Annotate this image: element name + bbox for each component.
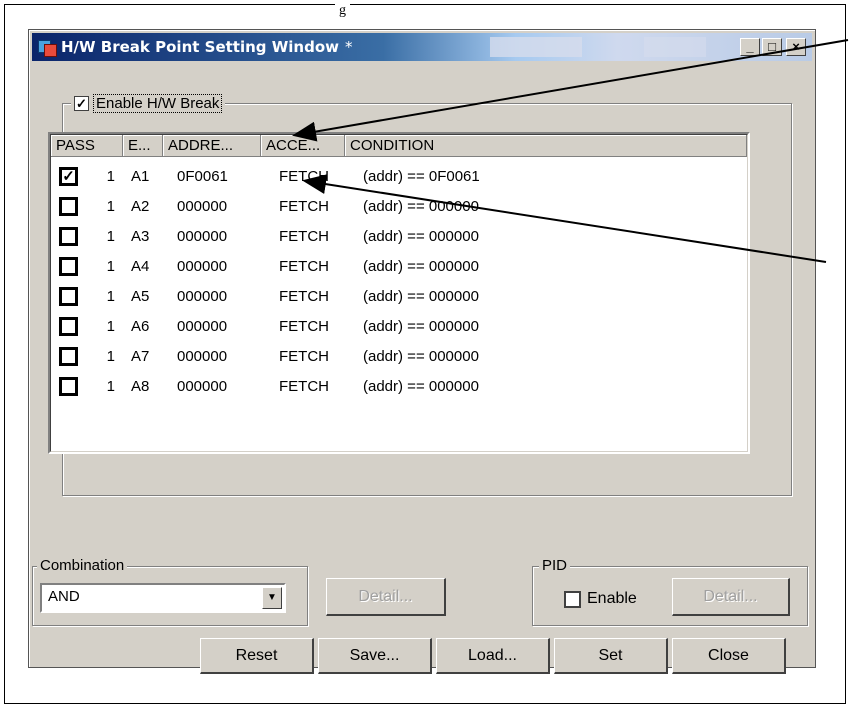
access-type: FETCH <box>279 257 329 275</box>
combination-select[interactable]: AND ▼ <box>40 583 286 613</box>
title-bar-highlight <box>490 37 582 57</box>
address-value: 000000 <box>177 347 228 365</box>
list-header: PASS E... ADDRE... ACCE... CONDITION <box>51 135 747 157</box>
event-name: A6 <box>131 317 150 335</box>
access-type: FETCH <box>279 227 329 245</box>
condition-text: (addr) == 000000 <box>363 227 479 245</box>
break-point-list[interactable]: PASS E... ADDRE... ACCE... CONDITION ✓ 1 A… <box>48 132 750 454</box>
combination-detail-button[interactable]: Detail... <box>326 578 446 616</box>
set-button[interactable]: Set <box>554 638 668 674</box>
row-enable-checkbox[interactable] <box>59 256 78 276</box>
column-header-e[interactable]: E... <box>123 135 163 157</box>
window-title-modified-mark: * <box>345 38 353 56</box>
column-header-condition[interactable]: CONDITION <box>345 135 747 157</box>
table-row[interactable]: 1 A2 000000 FETCH (addr) == 000000 <box>51 191 479 221</box>
pass-count: 1 <box>106 227 115 245</box>
access-type: FETCH <box>279 317 329 335</box>
address-value: 000000 <box>177 227 228 245</box>
table-row[interactable]: 1 A4 000000 FETCH (addr) == 000000 <box>51 251 479 281</box>
table-row[interactable]: 1 A5 000000 FETCH (addr) == 000000 <box>51 281 479 311</box>
pass-count: 1 <box>106 287 115 305</box>
row-enable-checkbox[interactable] <box>59 346 78 366</box>
pid-label: PID <box>539 557 571 574</box>
table-row[interactable]: 1 A3 000000 FETCH (addr) == 000000 <box>51 221 479 251</box>
pass-count: 1 <box>106 257 115 275</box>
table-row[interactable]: 1 A7 000000 FETCH (addr) == 000000 <box>51 341 479 371</box>
close-window-button[interactable]: × <box>786 38 806 56</box>
chevron-down-icon[interactable]: ▼ <box>262 587 282 609</box>
pid-enable-label[interactable]: Enable <box>587 590 637 608</box>
access-type: FETCH <box>279 197 329 215</box>
enable-hw-break-label[interactable]: Enable H/W Break <box>93 94 223 113</box>
address-value: 000000 <box>177 377 228 395</box>
pid-enable-checkbox[interactable] <box>564 590 581 608</box>
column-header-pass[interactable]: PASS <box>51 135 123 157</box>
pass-count: 1 <box>106 317 115 335</box>
event-name: A4 <box>131 257 150 275</box>
pid-detail-button[interactable]: Detail... <box>672 578 790 616</box>
condition-text: (addr) == 000000 <box>363 287 479 305</box>
table-row[interactable]: 1 A6 000000 FETCH (addr) == 000000 <box>51 311 479 341</box>
column-header-access[interactable]: ACCE... <box>261 135 345 157</box>
address-value: 000000 <box>177 287 228 305</box>
maximize-button[interactable]: □ <box>762 38 782 56</box>
event-name: A7 <box>131 347 150 365</box>
minimize-button[interactable]: _ <box>740 38 760 56</box>
column-header-address[interactable]: ADDRE... <box>163 135 261 157</box>
table-row[interactable]: ✓ 1 A1 0F0061 FETCH (addr) == 0F0061 <box>51 161 480 191</box>
close-button[interactable]: Close <box>672 638 786 674</box>
enable-hw-break-checkbox[interactable]: ✓ <box>74 96 89 111</box>
address-value: 0F0061 <box>177 167 228 185</box>
row-enable-checkbox[interactable] <box>59 316 78 336</box>
row-enable-checkbox[interactable] <box>59 226 78 246</box>
condition-text: (addr) == 000000 <box>363 257 479 275</box>
event-name: A3 <box>131 227 150 245</box>
title-bar-highlight <box>644 37 706 57</box>
figure-caption-fragment: g <box>335 3 350 19</box>
save-button[interactable]: Save... <box>318 638 432 674</box>
pass-count: 1 <box>106 197 115 215</box>
pass-count: 1 <box>106 377 115 395</box>
address-value: 000000 <box>177 197 228 215</box>
combination-label: Combination <box>37 557 128 574</box>
access-type: FETCH <box>279 377 329 395</box>
row-enable-checkbox[interactable] <box>59 196 78 216</box>
access-type: FETCH <box>279 287 329 305</box>
event-name: A1 <box>131 167 150 185</box>
condition-text: (addr) == 000000 <box>363 317 479 335</box>
window-title: H/W Break Point Setting Window <box>61 38 339 56</box>
access-type: FETCH <box>279 167 329 185</box>
condition-text: (addr) == 000000 <box>363 377 479 395</box>
pass-count: 1 <box>106 347 115 365</box>
condition-text: (addr) == 000000 <box>363 347 479 365</box>
title-bar[interactable]: H/W Break Point Setting Window * _ □ × <box>32 33 812 61</box>
event-name: A2 <box>131 197 150 215</box>
address-value: 000000 <box>177 257 228 275</box>
event-name: A8 <box>131 377 150 395</box>
condition-text: (addr) == 0F0061 <box>363 167 480 185</box>
reset-button[interactable]: Reset <box>200 638 314 674</box>
address-value: 000000 <box>177 317 228 335</box>
row-enable-checkbox[interactable] <box>59 376 78 396</box>
condition-text: (addr) == 000000 <box>363 197 479 215</box>
access-type: FETCH <box>279 347 329 365</box>
app-icon <box>38 38 57 57</box>
row-enable-checkbox[interactable] <box>59 286 78 306</box>
combination-value: AND <box>48 588 80 605</box>
pass-count: 1 <box>106 167 115 185</box>
load-button[interactable]: Load... <box>436 638 550 674</box>
row-enable-checkbox[interactable]: ✓ <box>59 166 78 186</box>
table-row[interactable]: 1 A8 000000 FETCH (addr) == 000000 <box>51 371 479 401</box>
event-name: A5 <box>131 287 150 305</box>
